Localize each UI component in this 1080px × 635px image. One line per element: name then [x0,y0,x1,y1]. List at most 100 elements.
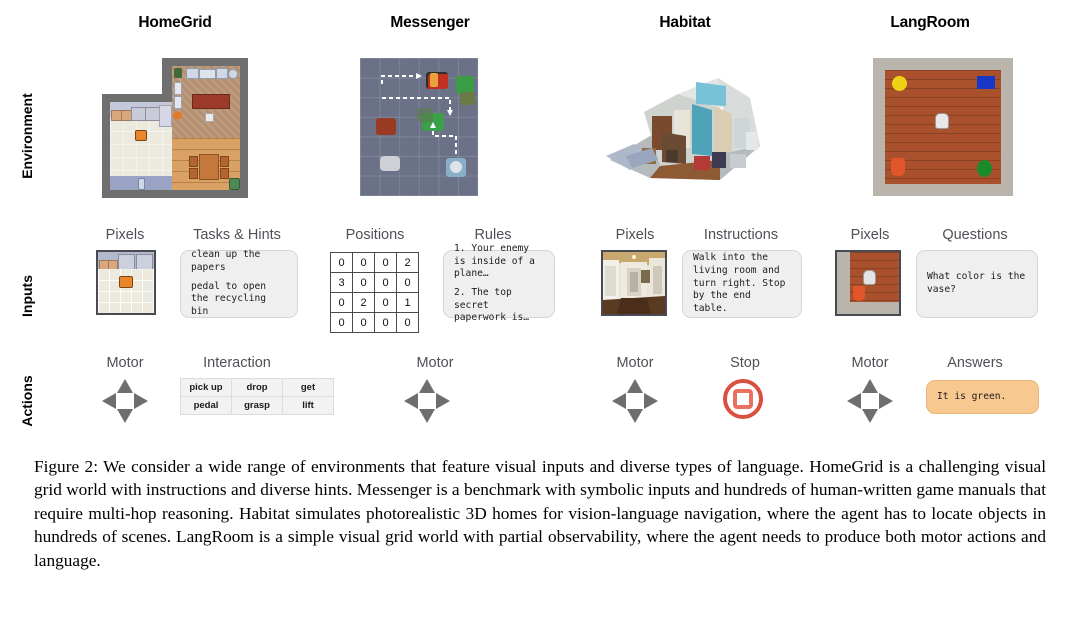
homegrid-task-line-2: pedal to open the recycling bin [191,280,267,317]
dpad-up-arrow [117,379,133,393]
interaction-table-row: pick up drop get [180,378,334,397]
positions-matrix-row: 0000 [330,312,419,333]
langroom-answers-bubble: It is green. [926,380,1039,414]
dpad-left-arrow [847,393,861,409]
dpad-up-arrow [862,379,878,393]
positions-matrix-cell: 3 [330,272,353,293]
dpad-left-arrow [102,393,116,409]
figure-caption: Figure 2: We consider a wide range of en… [34,457,1046,570]
habitat-pixels-image [601,250,667,316]
interaction-action-drop[interactable]: drop [231,378,283,397]
messenger-rules-bubble: 1. Your enemy is inside of a plane… 2. T… [443,243,555,323]
interaction-table-row: pedal grasp lift [180,396,334,415]
positions-matrix-cell: 1 [396,292,419,313]
positions-matrix-cell: 0 [330,292,353,313]
langroom-agent-sprite [935,113,949,129]
subtitle-habitat-motor: Motor [616,355,654,371]
messenger-positions-matrix: 0002300002010000 [330,252,419,333]
row-label-environment: Environment [19,93,35,179]
subtitle-homegrid-interaction: Interaction [203,355,271,371]
dpad-up-arrow [627,379,643,393]
habitat-stop-button[interactable] [723,379,763,419]
positions-matrix-body: 0002300002010000 [330,252,419,333]
subtitle-habitat-pixels: Pixels [615,227,655,243]
interaction-action-pick-up[interactable]: pick up [180,378,232,397]
langroom-pixels-agent [863,270,876,285]
habitat-motor-dpad[interactable] [610,377,660,425]
positions-matrix-cell: 0 [374,252,397,273]
subtitle-langroom-answers: Answers [947,355,1003,371]
homegrid-agent-sprite [135,130,147,141]
langroom-yellow-ball [892,76,907,91]
stop-circle [723,379,763,419]
dpad-right-arrow [644,393,658,409]
subtitle-messenger-positions: Positions [345,227,405,243]
positions-matrix-cell: 2 [352,292,375,313]
dpad-down-arrow [627,409,643,423]
langroom-motor-dpad[interactable] [845,377,895,425]
homegrid-environment-image [102,58,248,198]
subtitle-langroom-pixels: Pixels [850,227,890,243]
subtitle-homegrid-tasks: Tasks & Hints [193,227,281,243]
langroom-environment-image [873,58,1013,196]
messenger-environment-image [360,58,478,196]
dpad-down-arrow [419,409,435,423]
stop-square [733,389,753,409]
messenger-motor-dpad[interactable] [402,377,452,425]
subtitle-habitat-stop: Stop [730,355,760,371]
langroom-green-vase [977,160,992,177]
homegrid-interaction-table[interactable]: pick up drop get pedal grasp lift [180,378,334,415]
column-title-habitat: Habitat [659,14,711,31]
langroom-orange-object [891,158,905,176]
dpad-down-arrow [862,409,878,423]
subtitle-habitat-instructions: Instructions [703,227,779,243]
row-label-inputs: Inputs [19,275,35,317]
column-title-messenger: Messenger [390,14,470,31]
dpad-left-arrow [612,393,626,409]
positions-matrix-cell: 0 [396,272,419,293]
homegrid-tasks-bubble: clean up the papers pedal to open the re… [180,249,298,318]
messenger-rule-line-2: 2. The top secret paperwork is… [454,287,530,324]
dpad-down-arrow [117,409,133,423]
homegrid-task-line-1: clean up the papers [191,249,261,274]
subtitle-homegrid-pixels: Pixels [105,227,145,243]
habitat-instructions-bubble: Walk into the living room and turn right… [682,250,802,318]
positions-matrix-cell: 0 [352,252,375,273]
interaction-table-body: pick up drop get pedal grasp lift [180,378,334,415]
interaction-action-lift[interactable]: lift [282,396,334,415]
messenger-rule-line-1: 1. Your enemy is inside of a plane… [454,243,535,280]
homegrid-pixels-agent [119,276,133,288]
subtitle-messenger-motor: Motor [416,355,454,371]
figure-2: HomeGrid Messenger Habitat LangRoom Envi… [0,0,1080,450]
langroom-blue-square [977,76,995,89]
langroom-pixels-image [835,250,901,316]
positions-matrix-cell: 0 [374,292,397,313]
positions-matrix-cell: 0 [374,272,397,293]
subtitle-messenger-rules: Rules [474,227,512,243]
positions-matrix-row: 0201 [330,292,419,313]
interaction-action-get[interactable]: get [282,378,334,397]
langroom-question-line: What color is the vase? [927,271,1026,295]
positions-matrix-cell: 2 [396,252,419,273]
dpad-right-arrow [134,393,148,409]
positions-matrix-cell: 0 [352,272,375,293]
subtitle-homegrid-motor: Motor [106,355,144,371]
positions-matrix-cell: 0 [330,312,353,333]
positions-matrix-cell: 0 [396,312,419,333]
column-title-homegrid: HomeGrid [138,14,212,31]
column-title-langroom: LangRoom [890,14,970,31]
positions-matrix-cell: 0 [374,312,397,333]
dpad-up-arrow [419,379,435,393]
row-label-actions: Actions [19,375,35,427]
interaction-action-grasp[interactable]: grasp [231,396,283,415]
dpad-right-arrow [879,393,893,409]
positions-matrix-cell: 0 [330,252,353,273]
homegrid-motor-dpad[interactable] [100,377,150,425]
interaction-action-pedal[interactable]: pedal [180,396,232,415]
langroom-questions-bubble: What color is the vase? [916,250,1038,318]
langroom-answer-line: It is green. [937,390,1007,402]
messenger-path-arrows [381,73,457,154]
dpad-left-arrow [404,393,418,409]
langroom-pixels-orange-object [853,286,865,301]
dpad-right-arrow [436,393,450,409]
